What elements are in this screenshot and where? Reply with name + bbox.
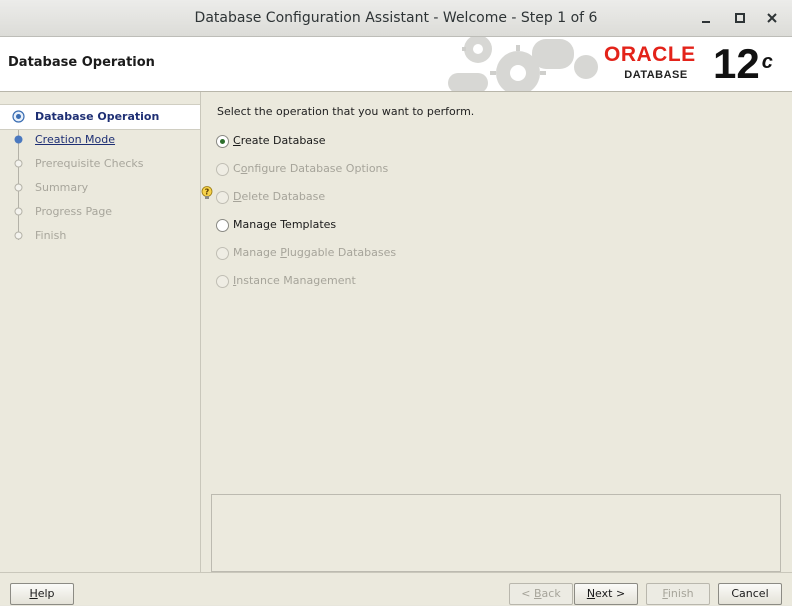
step-summary: Summary <box>0 176 200 200</box>
step-finish: Finish <box>0 224 200 248</box>
step-dot-icon <box>14 207 23 216</box>
steps-panel: Database Operation Creation Mode Prerequ… <box>0 92 201 572</box>
option-label: Create Database <box>233 134 326 147</box>
step-database-operation[interactable]: Database Operation <box>0 104 200 130</box>
message-area <box>211 494 781 572</box>
step-label: Database Operation <box>35 110 160 123</box>
svg-text:?: ? <box>205 188 210 197</box>
radio-disabled-icon <box>216 275 229 288</box>
oracle-database-label: DATABASE <box>624 69 688 81</box>
step-label: Prerequisite Checks <box>35 157 144 170</box>
oracle-logo: ORACLE DATABASE <box>604 44 714 82</box>
step-prerequisite-checks: Prerequisite Checks <box>0 152 200 176</box>
version-suffix: c <box>761 51 773 73</box>
maximize-button[interactable] <box>730 8 750 28</box>
close-button[interactable] <box>762 8 782 28</box>
step-dot-icon <box>14 159 23 168</box>
radio-selected-icon[interactable] <box>216 135 229 148</box>
maximize-icon <box>735 13 745 23</box>
button-bar: Help < Back Next > Finish Cancel <box>0 572 792 606</box>
finish-button: Finish <box>646 583 710 605</box>
header-banner: Database Operation ORACLE DATABASE 12 c <box>0 37 792 92</box>
step-label: Creation Mode <box>35 133 116 146</box>
radio-unselected-icon[interactable] <box>216 219 229 232</box>
page-title: Database Operation <box>8 55 155 70</box>
radio-disabled-icon <box>216 191 229 204</box>
option-label: Delete Database <box>233 190 326 203</box>
operation-panel: Select the operation that you want to pe… <box>201 92 792 572</box>
radio-disabled-icon <box>216 247 229 260</box>
oracle-wordmark: ORACLE <box>604 43 696 66</box>
option-label: Instance Management <box>233 274 356 287</box>
minimize-button[interactable] <box>696 8 716 28</box>
help-button[interactable]: Help <box>10 583 74 605</box>
window-title: Database Configuration Assistant - Welco… <box>194 10 598 26</box>
step-dot-icon <box>14 135 23 144</box>
step-label: Summary <box>35 181 89 194</box>
title-bar: Database Configuration Assistant - Welco… <box>0 0 792 37</box>
hint-bulb-icon[interactable]: ? <box>201 186 213 200</box>
cancel-button[interactable]: Cancel <box>718 583 782 605</box>
step-creation-mode[interactable]: Creation Mode <box>0 128 200 152</box>
option-label: Manage Templates <box>233 218 337 231</box>
minimize-icon <box>702 21 710 23</box>
next-button[interactable]: Next > <box>574 583 638 605</box>
option-label: Manage Pluggable Databases <box>233 246 397 259</box>
step-label: Progress Page <box>35 205 113 218</box>
step-label: Finish <box>35 229 67 242</box>
version-number: 12 <box>713 40 760 87</box>
step-dot-icon <box>14 231 23 240</box>
option-label: Configure Database Options <box>233 162 389 175</box>
close-icon <box>767 13 777 23</box>
operation-prompt: Select the operation that you want to pe… <box>217 105 475 118</box>
version-logo: 12 c <box>713 41 773 87</box>
current-step-icon <box>12 110 25 123</box>
step-progress-page: Progress Page <box>0 200 200 224</box>
step-dot-icon <box>14 183 23 192</box>
gears-decoration-icon <box>448 37 598 91</box>
radio-disabled-icon <box>216 163 229 176</box>
dbca-window: Database Configuration Assistant - Welco… <box>0 0 792 605</box>
back-button: < Back <box>509 583 573 605</box>
